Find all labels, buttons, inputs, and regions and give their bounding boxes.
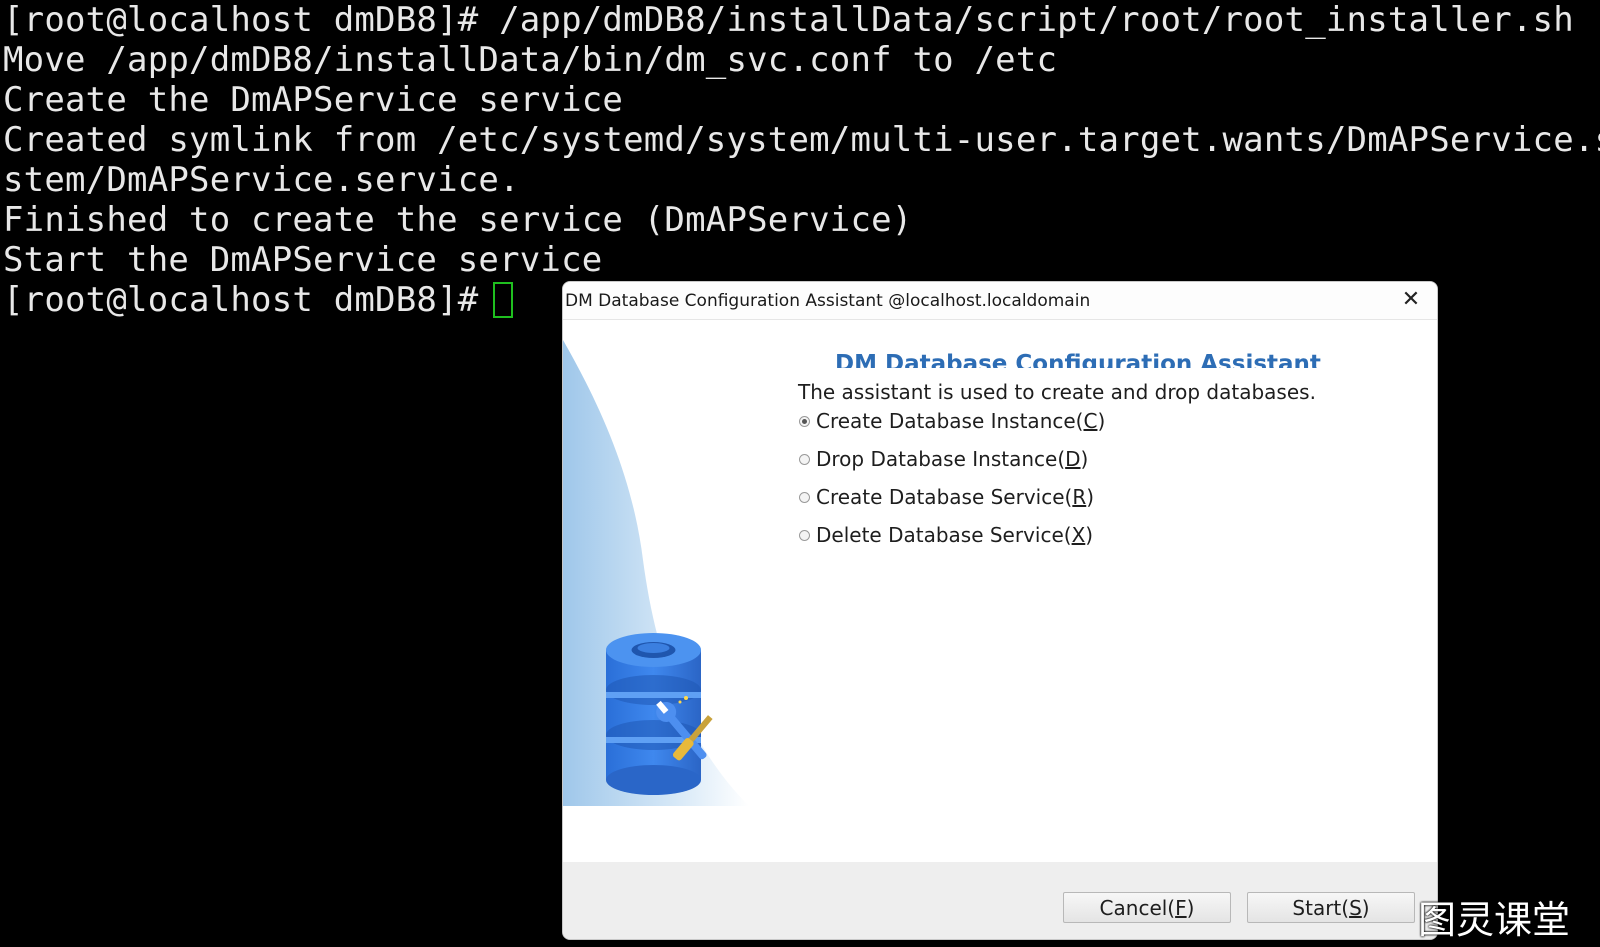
dialog-title: DM Database Configuration Assistant @loc… [565,291,1091,311]
option-drop-database-instance[interactable]: Drop Database Instance(D) [799,445,1088,473]
radio-icon[interactable] [799,491,810,503]
option-label-suffix: ) [1086,485,1095,509]
radio-icon[interactable] [799,529,810,541]
cancel-button[interactable]: Cancel(F) [1063,892,1231,923]
cancel-button-suffix: ) [1186,896,1195,920]
option-label-suffix: ) [1080,447,1089,471]
assistant-header-title: DM Database Configuration Assistant [835,351,1321,368]
terminal-line: stem/DmAPService.service. [3,160,520,200]
terminal-cursor [493,282,513,318]
option-label-suffix: ) [1085,523,1094,547]
option-label: Create Database Instance( [816,409,1084,433]
mnemonic-key: S [1349,896,1362,920]
option-delete-database-service[interactable]: Delete Database Service(X) [799,521,1093,549]
terminal-line: Start the DmAPService service [3,240,603,280]
terminal-prompt: [root@localhost dmDB8]# [3,280,500,320]
mnemonic-key: F [1175,896,1187,920]
terminal-line: Create the DmAPService service [3,80,624,120]
terminal-line: Created symlink from /etc/systemd/system… [3,120,1600,160]
start-button-label: Start( [1292,896,1350,920]
watermark-logo: 图灵课堂 [1418,898,1571,942]
database-wrench-icon [563,340,749,806]
mnemonic-key: X [1071,523,1086,547]
config-assistant-dialog: DM Database Configuration Assistant @loc… [562,281,1438,940]
cancel-button-label: Cancel( [1099,896,1176,920]
terminal-line: Finished to create the service (DmAPServ… [3,200,913,240]
option-create-database-instance[interactable]: Create Database Instance(C) [799,407,1105,435]
dialog-titlebar[interactable]: DM Database Configuration Assistant @loc… [563,282,1437,320]
mnemonic-key: C [1083,409,1098,433]
assistant-description: The assistant is used to create and drop… [798,380,1316,404]
option-label: Create Database Service( [816,485,1073,509]
terminal-line: Move /app/dmDB8/installData/bin/dm_svc.c… [3,40,1058,80]
close-button[interactable]: ✕ [1395,286,1427,314]
dialog-footer: Cancel(F) Start(S) [563,862,1437,939]
option-label: Drop Database Instance( [816,447,1066,471]
start-button[interactable]: Start(S) [1247,892,1415,923]
option-create-database-service[interactable]: Create Database Service(R) [799,483,1094,511]
radio-icon[interactable] [799,453,810,465]
radio-selected-icon[interactable] [799,415,810,427]
terminal-line: [root@localhost dmDB8]# /app/dmDB8/insta… [3,0,1574,40]
option-label-suffix: ) [1097,409,1106,433]
option-label: Delete Database Service( [816,523,1072,547]
start-button-suffix: ) [1361,896,1370,920]
mnemonic-key: R [1072,485,1087,509]
mnemonic-key: D [1065,447,1081,471]
